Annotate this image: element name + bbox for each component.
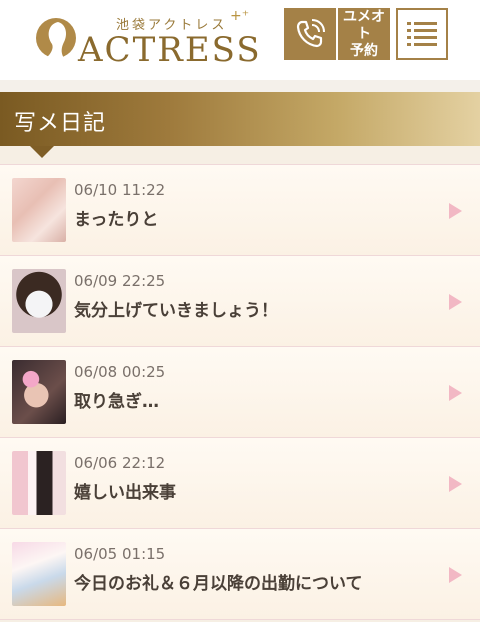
diary-entry[interactable]: 06/05 01:15 今日のお礼＆６月以降の出勤について bbox=[0, 528, 480, 620]
diary-title: まったりと bbox=[74, 210, 159, 230]
header-spacer bbox=[0, 80, 480, 92]
logo-sparkle: +⁺ bbox=[230, 8, 250, 24]
chevron-right-icon bbox=[449, 203, 462, 219]
chevron-right-icon bbox=[449, 294, 462, 310]
diary-date: 06/10 11:22 bbox=[74, 181, 166, 199]
logo-wordmark: ACTRESS bbox=[78, 30, 262, 70]
diary-entry[interactable]: 06/10 11:22 まったりと bbox=[0, 164, 480, 255]
reserve-label-line1: ユメオト bbox=[343, 8, 385, 42]
section-caret-icon bbox=[30, 146, 54, 158]
diary-thumbnail bbox=[12, 178, 66, 242]
section-header: 写メ日記 bbox=[0, 92, 480, 158]
section-title: 写メ日記 bbox=[14, 111, 107, 136]
diary-entry[interactable]: 06/06 22:12 嬉しい出来事 bbox=[0, 437, 480, 528]
site-logo[interactable]: 池袋アクトレス +⁺ ACTRESS bbox=[34, 8, 270, 70]
chevron-right-icon bbox=[449, 476, 462, 492]
actress-silhouette-logo-icon bbox=[36, 18, 76, 58]
diary-entry[interactable]: 06/08 00:25 取り急ぎ… bbox=[0, 346, 480, 437]
reserve-label-line2: 予約 bbox=[350, 42, 378, 59]
diary-title: 取り急ぎ… bbox=[74, 392, 159, 412]
hamburger-menu-icon bbox=[407, 22, 437, 46]
diary-thumbnail bbox=[12, 542, 66, 606]
site-header: 池袋アクトレス +⁺ ACTRESS ユメオト 予約 bbox=[0, 0, 480, 80]
diary-date: 06/09 22:25 bbox=[74, 272, 166, 290]
diary-date: 06/05 01:15 bbox=[74, 545, 166, 563]
phone-button[interactable] bbox=[284, 8, 336, 60]
diary-thumbnail bbox=[12, 451, 66, 515]
diary-date: 06/08 00:25 bbox=[74, 363, 166, 381]
chevron-right-icon bbox=[449, 567, 462, 583]
diary-thumbnail bbox=[12, 269, 66, 333]
diary-title: 今日のお礼＆６月以降の出勤について bbox=[74, 574, 363, 594]
menu-button[interactable] bbox=[396, 8, 448, 60]
diary-title: 気分上げていきましょう！ bbox=[74, 301, 278, 321]
phone-icon bbox=[296, 19, 325, 48]
chevron-right-icon bbox=[449, 385, 462, 401]
diary-date: 06/06 22:12 bbox=[74, 454, 166, 472]
diary-list: 06/10 11:22 まったりと 06/09 22:25 気分上げていきましょ… bbox=[0, 164, 480, 620]
reserve-button[interactable]: ユメオト 予約 bbox=[338, 8, 390, 60]
diary-entry[interactable]: 06/09 22:25 気分上げていきましょう！ bbox=[0, 255, 480, 346]
diary-thumbnail bbox=[12, 360, 66, 424]
diary-title: 嬉しい出来事 bbox=[74, 483, 176, 503]
